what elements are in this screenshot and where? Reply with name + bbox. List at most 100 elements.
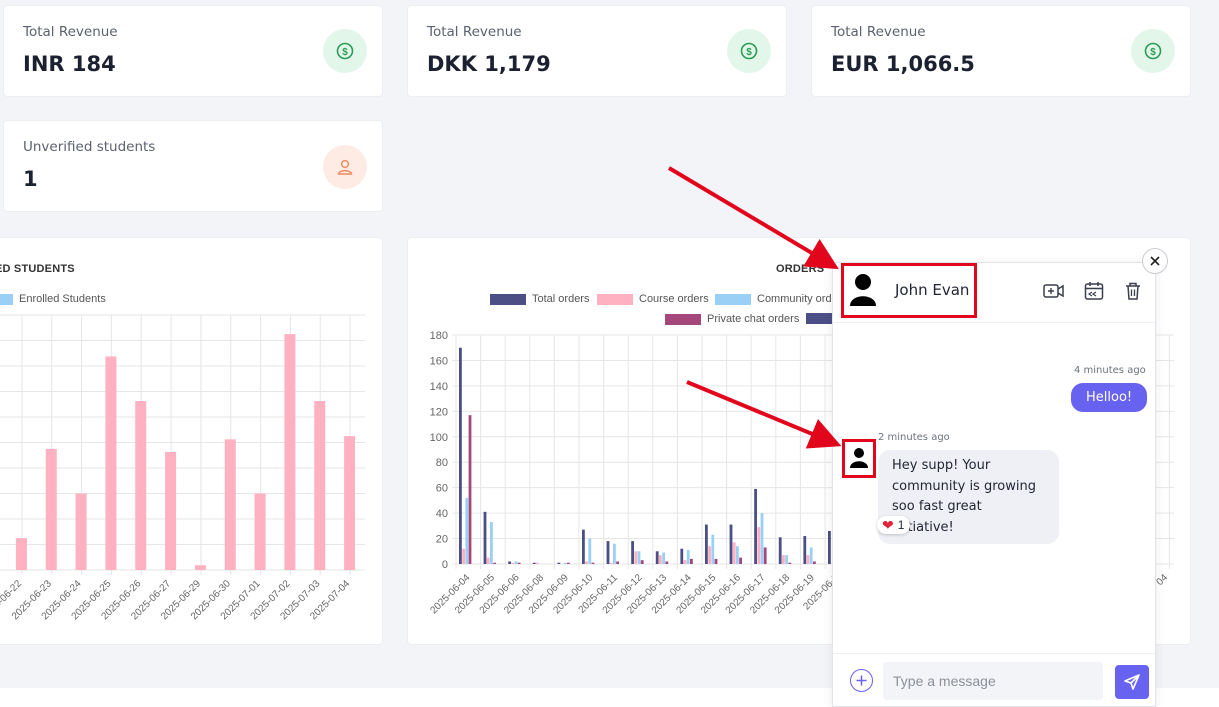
stat-label: Total Revenue <box>23 24 118 40</box>
bar <box>609 562 613 564</box>
y-tick-label: 180 <box>430 330 448 342</box>
bar <box>736 546 739 564</box>
bar <box>631 541 634 564</box>
close-icon <box>1150 256 1160 266</box>
y-tick-label: 100 <box>430 432 448 444</box>
stat-value: EUR 1,066.5 <box>831 52 975 76</box>
sent-message-bubble[interactable]: Helloo! <box>1071 383 1148 412</box>
enrolled-students-chart-card: ED STUDENTS Enrolled Students 2025-06-22… <box>0 237 383 645</box>
send-button[interactable] <box>1115 665 1149 699</box>
bar <box>782 555 785 564</box>
close-chat-button[interactable] <box>1142 248 1168 274</box>
stat-label: Unverified students <box>23 139 156 155</box>
bar <box>532 562 536 564</box>
bar <box>314 401 326 570</box>
bar <box>45 448 57 570</box>
bar <box>680 548 684 564</box>
message-line: soo fast great initiative! <box>892 499 982 535</box>
bar <box>665 561 669 564</box>
attach-plus-icon[interactable] <box>850 669 873 692</box>
bar <box>616 561 619 564</box>
y-tick-label: 120 <box>430 406 448 418</box>
bar <box>803 536 807 564</box>
bar <box>634 551 638 564</box>
reaction-count: 1 <box>897 518 905 532</box>
bar <box>729 524 733 564</box>
annotation-box-avatar <box>842 439 876 478</box>
y-tick-label: 40 <box>436 508 448 520</box>
bar <box>659 555 662 564</box>
bar <box>613 543 616 564</box>
bar <box>809 547 813 564</box>
user-icon <box>323 145 367 189</box>
bar <box>557 562 561 564</box>
annotation-box-header <box>841 263 977 318</box>
bar <box>582 529 585 564</box>
bar <box>788 562 792 564</box>
bar <box>711 534 715 564</box>
bar <box>468 415 472 564</box>
y-tick-label: 20 <box>436 534 448 546</box>
bar <box>778 537 782 564</box>
bar <box>683 560 687 564</box>
bar <box>828 530 831 564</box>
bar <box>757 527 761 564</box>
bar <box>284 334 296 570</box>
bar <box>459 347 462 564</box>
bar <box>493 562 496 564</box>
dollar-circle-icon: $ <box>1131 29 1175 73</box>
bar <box>514 561 518 564</box>
stat-card-unverified: Unverified students 1 <box>3 120 383 212</box>
bar <box>165 452 177 570</box>
bar <box>486 557 490 564</box>
trash-icon[interactable] <box>1124 281 1144 301</box>
message-line: Hey supp! Your <box>892 458 991 473</box>
svg-text:$: $ <box>342 47 348 58</box>
bar <box>760 513 764 564</box>
enrolled-students-bar-chart: 2025-06-222025-06-232025-06-242025-06-25… <box>0 314 365 622</box>
bar <box>754 488 757 564</box>
bar <box>517 562 521 564</box>
heart-icon: ❤ <box>882 517 894 533</box>
message-input[interactable] <box>883 662 1103 700</box>
bar <box>806 555 810 564</box>
y-tick-label: 0 <box>442 559 448 571</box>
bar <box>508 561 511 564</box>
bar <box>708 546 711 564</box>
y-tick-label: 60 <box>436 483 448 495</box>
stat-label: Total Revenue <box>831 24 926 40</box>
bar <box>714 558 718 564</box>
bar <box>490 522 493 564</box>
schedule-icon[interactable] <box>1084 281 1104 301</box>
bar <box>655 551 659 564</box>
bar <box>567 562 570 564</box>
bar <box>705 524 708 564</box>
bar <box>690 558 693 564</box>
sent-message-time: 4 minutes ago <box>1074 365 1146 376</box>
bar <box>224 439 236 570</box>
bar <box>511 562 515 564</box>
bar <box>686 550 690 564</box>
bar <box>732 542 736 564</box>
y-tick-label: 160 <box>430 355 448 367</box>
x-tick-label: 04 <box>1154 572 1170 588</box>
stat-value: 1 <box>23 167 38 191</box>
bar <box>813 561 816 564</box>
y-tick-label: 80 <box>436 457 448 469</box>
bar <box>465 497 469 564</box>
bar <box>483 511 487 564</box>
stat-card-eur: Total Revenue EUR 1,066.5 $ <box>811 5 1191 97</box>
received-message-time: 2 minutes ago <box>878 432 950 443</box>
bar <box>563 562 567 564</box>
message-line: community is growing <box>892 478 1036 494</box>
heart-reaction[interactable]: ❤ 1 <box>877 516 911 534</box>
stat-card-dkk: Total Revenue DKK 1,179 $ <box>407 5 787 97</box>
bar <box>591 562 595 564</box>
bar <box>637 551 641 564</box>
bar <box>344 436 356 570</box>
bar <box>75 493 87 570</box>
video-call-icon[interactable] <box>1043 281 1064 301</box>
stat-value: INR 184 <box>23 52 116 76</box>
stat-value: DKK 1,179 <box>427 52 551 76</box>
chat-panel: John Evan 4 minutes ago Helloo! 2 minute… <box>832 262 1156 707</box>
